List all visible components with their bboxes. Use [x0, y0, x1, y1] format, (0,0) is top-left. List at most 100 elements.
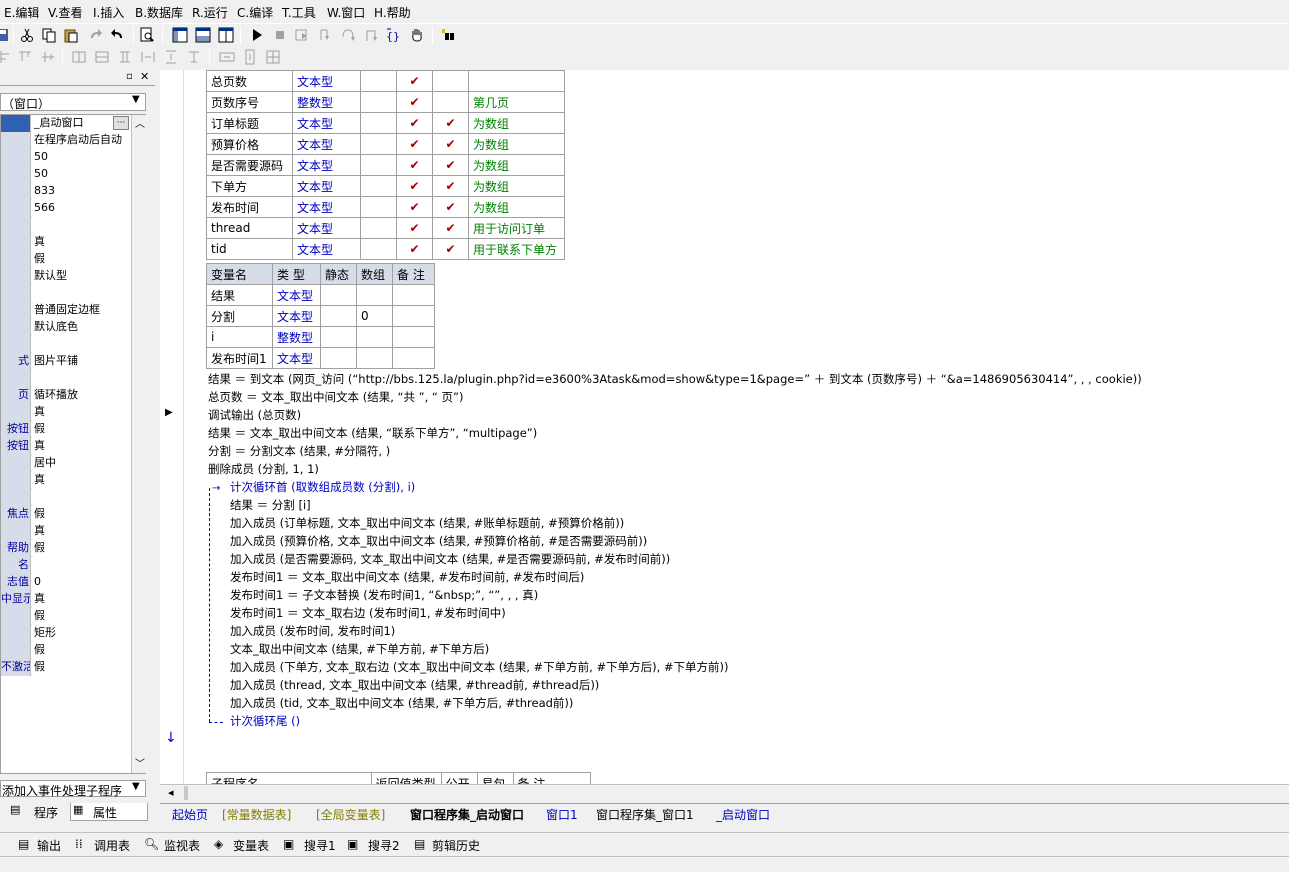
- code-line[interactable]: 结果 ＝ 文本_取出中间文本 (结果, “联系下单方”, “multipage”…: [208, 424, 537, 442]
- menu-insert[interactable]: I.插入: [93, 4, 124, 21]
- property-value[interactable]: 矩形: [32, 625, 131, 642]
- tab-search2[interactable]: 搜寻2: [368, 837, 400, 854]
- menu-tools[interactable]: T.工具: [282, 4, 316, 21]
- tab-clip-history[interactable]: 剪辑历史: [432, 837, 480, 854]
- copy-icon[interactable]: [41, 27, 57, 43]
- scroll-thumb[interactable]: [184, 786, 188, 800]
- property-row[interactable]: _启动窗口 ···: [1, 115, 131, 132]
- property-row[interactable]: 真: [1, 404, 131, 421]
- static-cell[interactable]: [320, 326, 357, 348]
- static-cell[interactable]: [320, 305, 357, 327]
- property-row[interactable]: 名: [1, 557, 131, 574]
- same-width-icon[interactable]: [71, 49, 87, 65]
- var-name-cell[interactable]: 结果: [206, 284, 273, 306]
- public-cell[interactable]: ✔: [396, 70, 433, 92]
- property-value[interactable]: 普通固定边框: [32, 302, 131, 319]
- center-icon[interactable]: [186, 49, 202, 65]
- align-middle-icon[interactable]: [40, 49, 56, 65]
- step-icon[interactable]: [294, 27, 310, 43]
- property-row[interactable]: 真: [1, 523, 131, 540]
- property-row[interactable]: 50: [1, 166, 131, 183]
- chevron-down-icon[interactable]: ▼: [132, 781, 140, 792]
- scroll-left-icon[interactable]: ◂: [168, 786, 174, 799]
- property-value[interactable]: [32, 217, 131, 234]
- property-value[interactable]: 假: [32, 642, 131, 659]
- public-cell[interactable]: ✔: [396, 196, 433, 218]
- menu-view[interactable]: V.查看: [48, 4, 82, 21]
- property-row[interactable]: 假: [1, 642, 131, 659]
- note-cell[interactable]: [392, 305, 435, 327]
- code-line[interactable]: 发布时间1 ＝ 文本_取出中间文本 (结果, #发布时间前, #发布时间后): [230, 568, 584, 586]
- align-left-icon[interactable]: [0, 49, 12, 65]
- tab-globals[interactable]: [全局变量表]: [316, 806, 385, 823]
- code-line[interactable]: 加入成员 (下单方, 文本_取右边 (文本_取出中间文本 (结果, #下单方前,…: [230, 658, 729, 676]
- public-cell[interactable]: ✔: [396, 175, 433, 197]
- static-cell[interactable]: [360, 217, 397, 239]
- static-cell[interactable]: [360, 175, 397, 197]
- var-name-cell[interactable]: thread: [206, 217, 293, 239]
- static-cell[interactable]: [360, 91, 397, 113]
- property-value[interactable]: 真: [32, 404, 131, 421]
- array-cell[interactable]: 0: [356, 305, 393, 327]
- var-name-cell[interactable]: tid: [206, 238, 293, 260]
- code-line[interactable]: 加入成员 (tid, 文本_取出中间文本 (结果, #下单方后, #thread…: [230, 694, 573, 712]
- tab-output[interactable]: 输出: [37, 837, 61, 854]
- public-cell[interactable]: ✔: [396, 112, 433, 134]
- property-value[interactable]: [32, 336, 131, 353]
- tab-window1[interactable]: 窗口1: [546, 806, 578, 823]
- property-value[interactable]: 图片平铺: [32, 353, 131, 370]
- var-type-cell[interactable]: 文本型: [292, 70, 361, 92]
- array-cell[interactable]: [356, 347, 393, 369]
- code-line[interactable]: 加入成员 (thread, 文本_取出中间文本 (结果, #thread前, #…: [230, 676, 599, 694]
- property-row[interactable]: 真: [1, 234, 131, 251]
- public-cell[interactable]: ✔: [396, 133, 433, 155]
- tab-variable-table[interactable]: 变量表: [233, 837, 269, 854]
- property-value[interactable]: 真: [32, 523, 131, 540]
- property-row[interactable]: 假: [1, 608, 131, 625]
- var-type-cell[interactable]: 文本型: [272, 305, 321, 327]
- public-cell[interactable]: ✔: [396, 238, 433, 260]
- code-line[interactable]: 调试输出 (总页数): [208, 406, 301, 424]
- static-cell[interactable]: [360, 112, 397, 134]
- space-vertical-icon[interactable]: [163, 49, 179, 65]
- code-line[interactable]: 加入成员 (预算价格, 文本_取出中间文本 (结果, #预算价格前, #是否需要…: [230, 532, 647, 550]
- code-line[interactable]: 发布时间1 ＝ 子文本替换 (发布时间1, “&nbsp;”, “”, , , …: [230, 586, 538, 604]
- property-row[interactable]: 566: [1, 200, 131, 217]
- menu-window[interactable]: W.窗口: [327, 4, 365, 21]
- step-out-icon[interactable]: [363, 27, 379, 43]
- property-value[interactable]: 默认型: [32, 268, 131, 285]
- stop-icon[interactable]: [272, 27, 288, 43]
- property-value[interactable]: 居中: [32, 455, 131, 472]
- static-cell[interactable]: [360, 154, 397, 176]
- property-row[interactable]: 假: [1, 251, 131, 268]
- menu-compile[interactable]: C.编译: [237, 4, 273, 21]
- property-value[interactable]: 566: [32, 200, 131, 217]
- var-type-cell[interactable]: 整数型: [272, 326, 321, 348]
- same-height-icon[interactable]: [94, 49, 110, 65]
- var-name-cell[interactable]: 订单标题: [206, 112, 293, 134]
- menu-run[interactable]: R.运行: [192, 4, 228, 21]
- property-value[interactable]: [32, 285, 131, 302]
- var-name-cell[interactable]: i: [206, 326, 273, 348]
- property-row[interactable]: 在程序启动后自动: [1, 132, 131, 149]
- var-type-cell[interactable]: 文本型: [272, 284, 321, 306]
- var-name-cell[interactable]: 预算价格: [206, 133, 293, 155]
- note-cell[interactable]: 第几页: [468, 91, 565, 113]
- public-cell[interactable]: ✔: [396, 217, 433, 239]
- property-value[interactable]: 真: [32, 234, 131, 251]
- menu-edit[interactable]: E.编辑: [4, 4, 39, 21]
- property-row[interactable]: 焦点假: [1, 506, 131, 523]
- property-value[interactable]: 假: [32, 251, 131, 268]
- hand-icon[interactable]: [409, 27, 425, 43]
- property-row[interactable]: [1, 370, 131, 387]
- property-value[interactable]: 假: [32, 540, 131, 557]
- public-cell[interactable]: ✔: [396, 91, 433, 113]
- note-cell[interactable]: 为数组: [468, 154, 565, 176]
- code-line[interactable]: 加入成员 (订单标题, 文本_取出中间文本 (结果, #账单标题前, #预算价格…: [230, 514, 624, 532]
- ellipsis-button[interactable]: ···: [113, 116, 129, 130]
- restore-icon[interactable]: ▫: [126, 71, 133, 82]
- var-type-cell[interactable]: 文本型: [292, 112, 361, 134]
- public-cell[interactable]: ✔: [396, 154, 433, 176]
- code-line[interactable]: 结果 ＝ 分割 [i]: [230, 496, 311, 514]
- property-row[interactable]: [1, 489, 131, 506]
